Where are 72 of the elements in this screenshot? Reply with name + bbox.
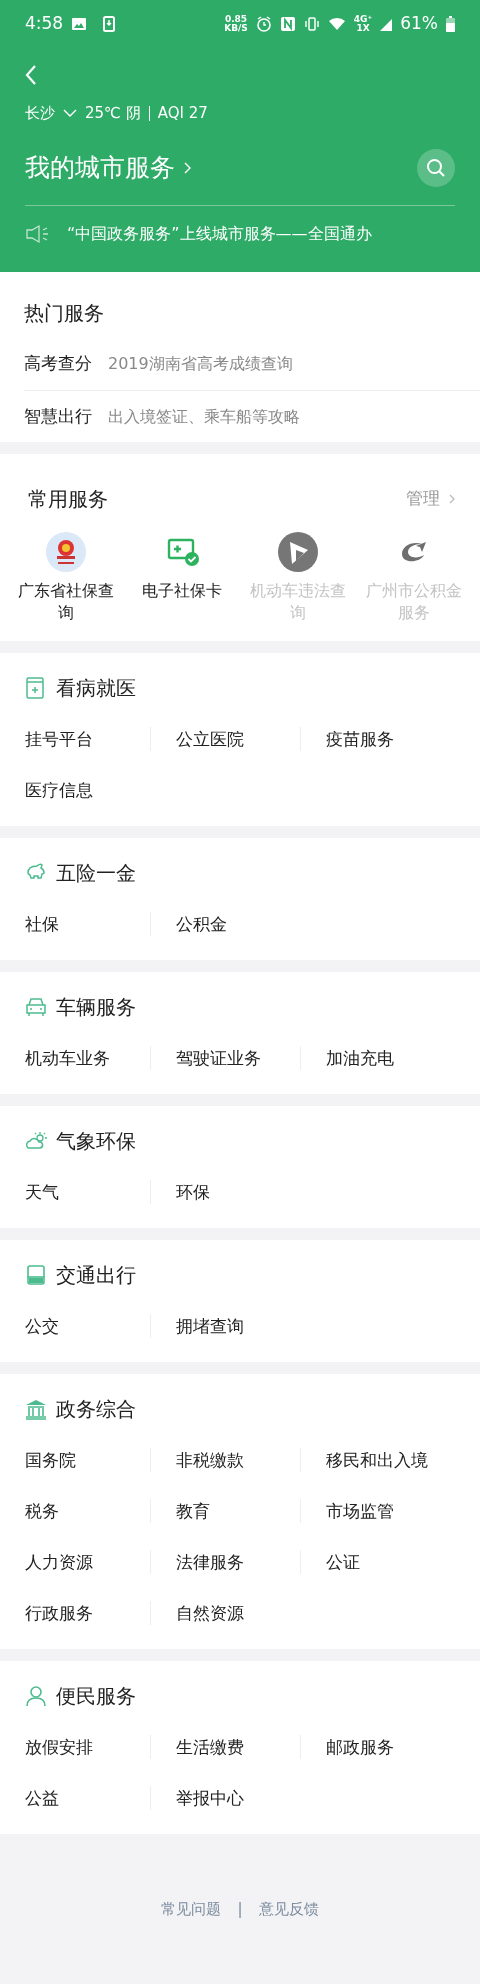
service-link[interactable]: 挂号平台 <box>0 726 150 751</box>
service-link[interactable]: 医疗信息 <box>0 777 150 802</box>
signal-icon <box>380 17 393 31</box>
service-link[interactable]: 税务 <box>0 1498 150 1523</box>
image-icon <box>71 17 88 31</box>
service-link[interactable]: 人力资源 <box>0 1549 150 1574</box>
service-link[interactable]: 放假安排 <box>0 1734 150 1759</box>
back-button[interactable] <box>25 64 37 86</box>
section-title: 五险一金 <box>56 859 136 887</box>
footer-separator: | <box>237 1898 243 1920</box>
service-link[interactable]: 非税缴款 <box>150 1447 300 1472</box>
status-time: 4:58 <box>25 12 64 36</box>
network-type: 4G⁺ <box>353 15 373 24</box>
speaker-icon <box>25 224 51 244</box>
chevron-down-icon <box>63 108 77 119</box>
section-title: 便民服务 <box>56 1682 136 1710</box>
person-icon <box>24 1683 48 1708</box>
service-link[interactable]: 公立医院 <box>150 726 300 751</box>
service-link[interactable]: 教育 <box>150 1498 300 1523</box>
service-shortcut[interactable]: 广东省社保查询 <box>16 580 116 625</box>
service-link[interactable]: 加油充电 <box>300 1045 450 1070</box>
network-type: 1X <box>355 24 371 33</box>
service-link[interactable]: 疫苗服务 <box>300 726 450 751</box>
emblem-icon[interactable] <box>46 532 86 572</box>
phone-download-icon <box>103 16 116 32</box>
alarm-icon <box>255 16 272 32</box>
service-link[interactable]: 环保 <box>150 1179 300 1204</box>
service-link[interactable]: 公交 <box>0 1313 150 1338</box>
service-link[interactable]: 公证 <box>300 1549 450 1574</box>
section-title: 气象环保 <box>56 1127 136 1155</box>
service-link[interactable]: 举报中心 <box>150 1785 300 1810</box>
battery-icon <box>446 16 455 32</box>
service-link[interactable]: 国务院 <box>0 1447 150 1472</box>
search-icon <box>426 157 446 178</box>
section-title: 政务综合 <box>56 1395 136 1423</box>
hot-service-description: 出入境签证、乘车船等攻略 <box>108 405 300 428</box>
chevron-right-icon <box>448 493 456 505</box>
section-title: 车辆服务 <box>56 993 136 1021</box>
play-emblem-icon[interactable] <box>278 532 318 572</box>
section-title: 热门服务 <box>24 300 104 327</box>
hot-service-label: 智慧出行 <box>24 404 92 428</box>
service-link[interactable]: 生活缴费 <box>150 1734 300 1759</box>
service-shortcut[interactable]: 电子社保卡 <box>142 580 222 603</box>
section-title: 交通出行 <box>56 1261 136 1289</box>
bus-icon <box>24 1262 48 1287</box>
battery-level: 61% <box>400 12 438 36</box>
back-icon <box>25 64 37 86</box>
search-button[interactable] <box>417 148 455 187</box>
net-speed: 0.85 <box>224 15 248 24</box>
service-link[interactable]: 公益 <box>0 1785 150 1810</box>
service-link[interactable]: 机动车业务 <box>0 1045 150 1070</box>
hot-service-description: 2019湖南省高考成绩查询 <box>108 353 293 375</box>
vibrate-icon <box>303 16 320 32</box>
section-title: 常用服务 <box>27 486 108 513</box>
hot-service-label: 高考查分 <box>24 352 92 376</box>
service-link[interactable]: 邮政服务 <box>300 1734 450 1759</box>
service-link[interactable]: 天气 <box>0 1179 150 1204</box>
service-link[interactable]: 社保 <box>0 911 150 936</box>
service-link[interactable]: 公积金 <box>150 911 300 936</box>
service-link[interactable]: 法律服务 <box>150 1549 300 1574</box>
weather-text: 25℃ 阴 <box>85 103 141 124</box>
service-link[interactable]: 自然资源 <box>150 1600 300 1625</box>
net-speed-unit: KB/S <box>224 24 248 33</box>
nfc-icon <box>279 16 296 32</box>
service-link[interactable]: 拥堵查询 <box>150 1313 300 1338</box>
service-link[interactable]: 驾驶证业务 <box>150 1045 300 1070</box>
aqi-text: AQI 27 <box>148 105 208 121</box>
service-link[interactable]: 行政服务 <box>0 1600 150 1625</box>
wifi-icon <box>327 17 346 31</box>
service-link[interactable]: 移民和出入境 <box>300 1447 450 1472</box>
service-link[interactable]: 市场监管 <box>300 1498 450 1523</box>
section-title: 看病就医 <box>56 674 136 702</box>
